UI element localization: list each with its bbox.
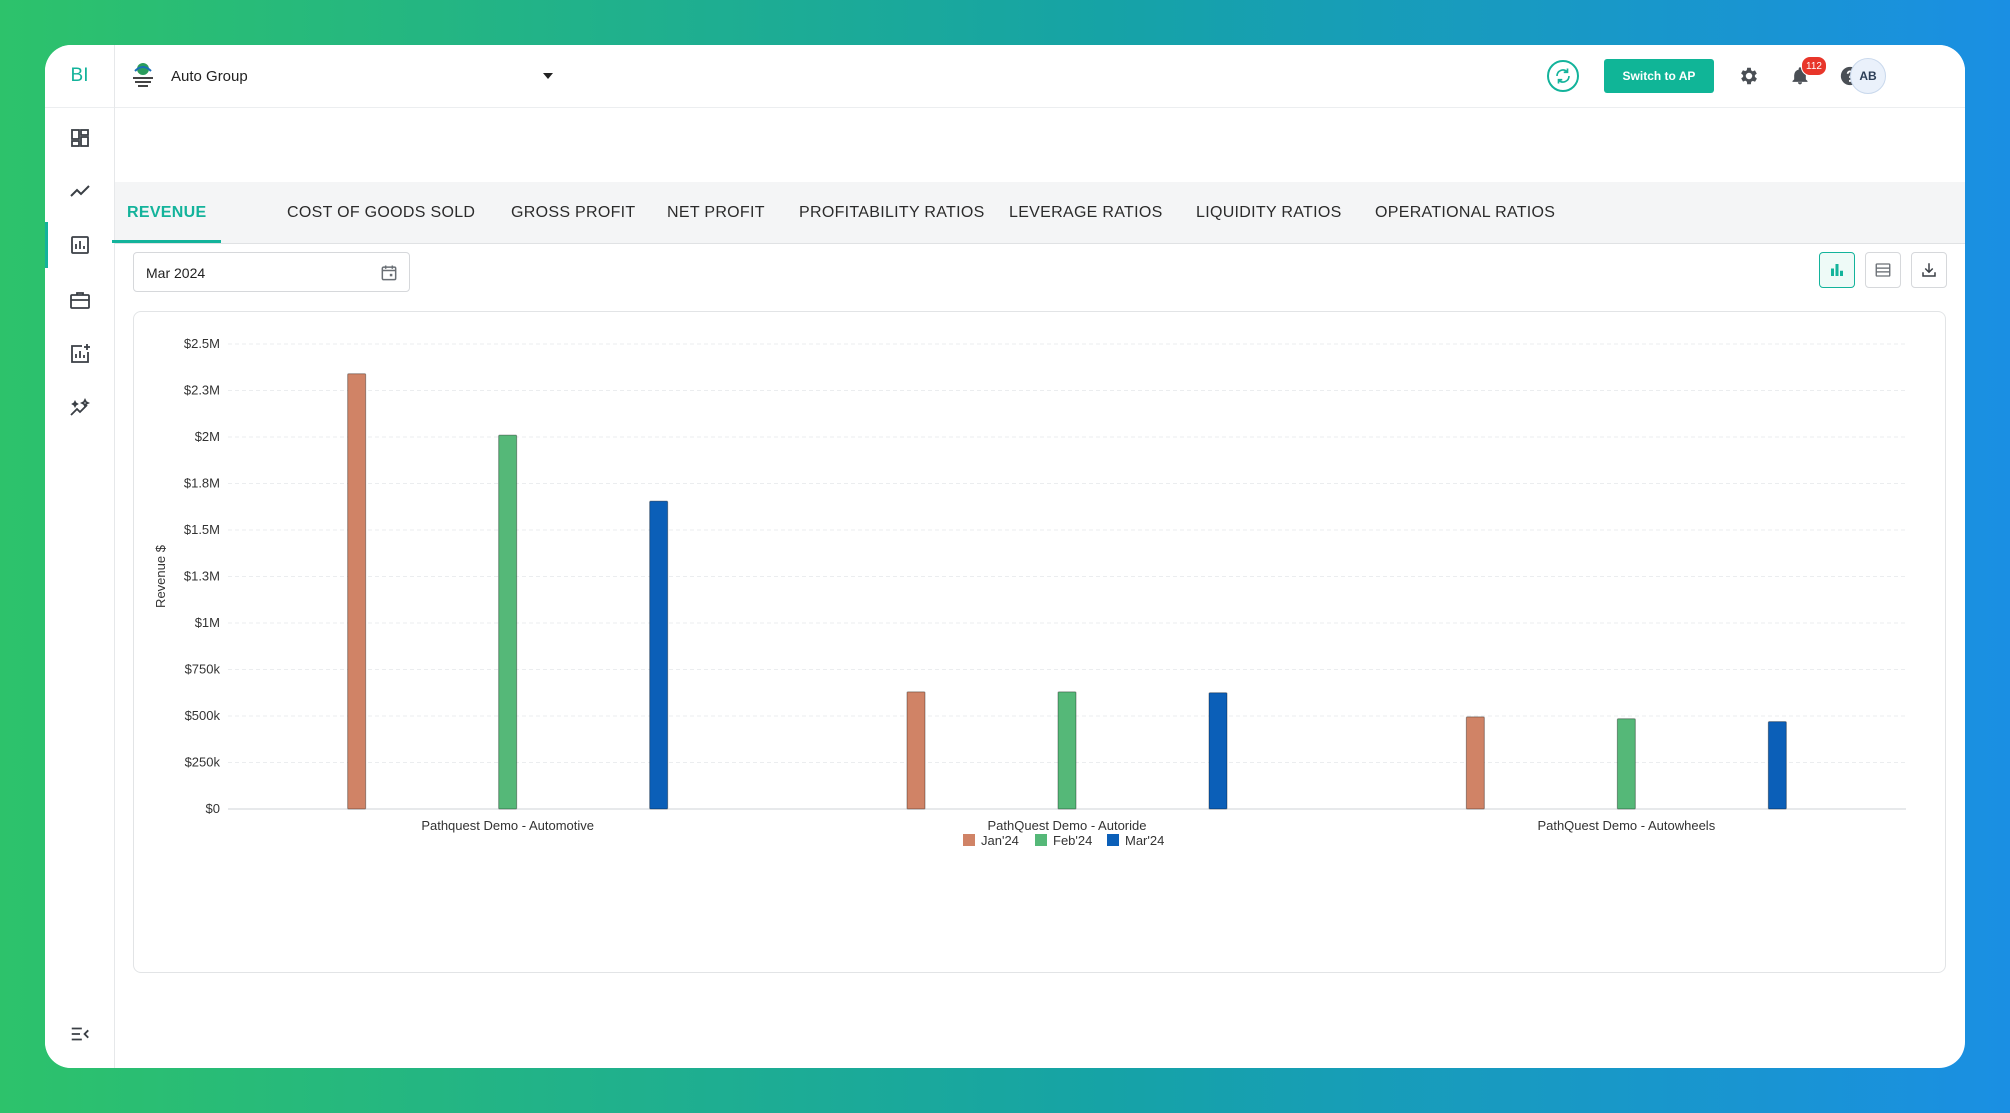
bar: [347, 373, 367, 810]
brand-logo[interactable]: BI: [45, 45, 114, 108]
calendar-icon[interactable]: [379, 263, 399, 283]
add-chart-icon: [70, 344, 90, 363]
bar-report-icon: [70, 236, 89, 254]
briefcase-icon: [69, 292, 90, 309]
notification-count-badge: 112: [1801, 56, 1827, 76]
gear-icon: [1741, 67, 1757, 85]
top-bar: Auto Group Switch to AP 112 AB: [115, 45, 1965, 108]
y-tick-label: $2.5M: [184, 336, 220, 351]
revenue-bar-chart: $0 $250k $500k $750k $1M $1.3M $1.5M $1.8M $2M $2…: [153, 336, 1906, 848]
legend-label: Feb'24: [1053, 833, 1092, 848]
user-avatar[interactable]: AB: [1850, 58, 1886, 94]
revenue-chart-card: $0 $250k $500k $750k $1M $1.3M $1.5M $1.8M $2M $2…: [133, 311, 1946, 973]
sidebar-item-insights[interactable]: [45, 385, 114, 431]
bar: [1465, 716, 1485, 810]
report-tabs: REVENUE COST OF GOODS SOLD GROSS PROFIT …: [111, 182, 1965, 244]
trend-line-icon: [69, 185, 90, 197]
table-view-button[interactable]: [1865, 252, 1901, 288]
bar: [1208, 692, 1228, 810]
sidebar-item-dashboard[interactable]: [45, 115, 114, 161]
switch-to-ap-button[interactable]: Switch to AP: [1604, 59, 1714, 93]
x-category-label: Pathquest Demo - Automotive: [421, 818, 594, 833]
app-window: BI Auto Group Switch to AP 112 AB REVENU…: [45, 45, 1965, 1068]
caret-down-icon: [543, 73, 553, 79]
month-picker-field[interactable]: Mar 2024: [133, 252, 410, 292]
bar: [1616, 718, 1636, 810]
sidebar-collapse-button[interactable]: [45, 1014, 114, 1054]
sidebar-item-reports[interactable]: [45, 222, 114, 268]
download-icon: [1922, 263, 1936, 277]
y-tick-label: $500k: [185, 708, 221, 723]
legend-label: Mar'24: [1125, 833, 1164, 848]
sidebar-item-add-report[interactable]: [45, 331, 114, 377]
x-category-label: PathQuest Demo - Autowheels: [1537, 818, 1715, 833]
y-axis-label: Revenue $: [153, 544, 168, 608]
legend-swatch: [1107, 834, 1119, 846]
sidebar-item-portfolio[interactable]: [45, 277, 114, 323]
y-tick-label: $1M: [195, 615, 220, 630]
y-tick-label: $750k: [185, 662, 221, 677]
organization-dropdown[interactable]: [539, 67, 557, 85]
settings-button[interactable]: [1737, 64, 1761, 88]
y-tick-label: $1.5M: [184, 522, 220, 537]
y-tick-label: $1.3M: [184, 569, 220, 584]
tab-liquidity-ratios[interactable]: LIQUIDITY RATIOS: [1196, 182, 1342, 243]
bar: [498, 434, 518, 810]
sync-icon: [1556, 68, 1570, 84]
tab-leverage-ratios[interactable]: LEVERAGE RATIOS: [1009, 182, 1163, 243]
chart-view-button[interactable]: [1819, 252, 1855, 288]
bar: [1767, 721, 1787, 810]
bar: [906, 691, 926, 810]
tab-net-profit[interactable]: NET PROFIT: [667, 182, 765, 243]
organization-name: Auto Group: [171, 68, 248, 85]
y-tick-label: $0: [206, 801, 220, 816]
x-category-label: PathQuest Demo - Autoride: [988, 818, 1147, 833]
y-tick-label: $2.3M: [184, 383, 220, 398]
company-logo: [133, 63, 153, 87]
legend-swatch: [1035, 834, 1047, 846]
y-tick-label: $1.8M: [184, 476, 220, 491]
tab-profitability-ratios[interactable]: PROFITABILITY RATIOS: [799, 182, 985, 243]
table-icon: [1875, 263, 1891, 277]
tab-gross-profit[interactable]: GROSS PROFIT: [511, 182, 636, 243]
menu-collapse-icon: [71, 1027, 89, 1041]
bar-chart-icon: [1831, 264, 1843, 276]
y-tick-label: $2M: [195, 429, 220, 444]
tab-revenue[interactable]: REVENUE: [111, 182, 222, 243]
tab-operational-ratios[interactable]: OPERATIONAL RATIOS: [1375, 182, 1555, 243]
insights-icon: [69, 397, 90, 416]
dashboard-icon: [70, 129, 89, 147]
left-sidebar: BI: [45, 45, 115, 1068]
tab-cost-of-goods-sold[interactable]: COST OF GOODS SOLD: [287, 182, 475, 243]
y-tick-label: $250k: [185, 755, 221, 770]
bar: [1057, 691, 1077, 810]
sidebar-item-trends[interactable]: [45, 168, 114, 214]
month-picker-value: Mar 2024: [146, 265, 206, 281]
bar: [649, 500, 669, 810]
legend-swatch: [963, 834, 975, 846]
download-button[interactable]: [1911, 252, 1947, 288]
sync-button[interactable]: [1547, 60, 1579, 92]
legend-label: Jan'24: [981, 833, 1019, 848]
